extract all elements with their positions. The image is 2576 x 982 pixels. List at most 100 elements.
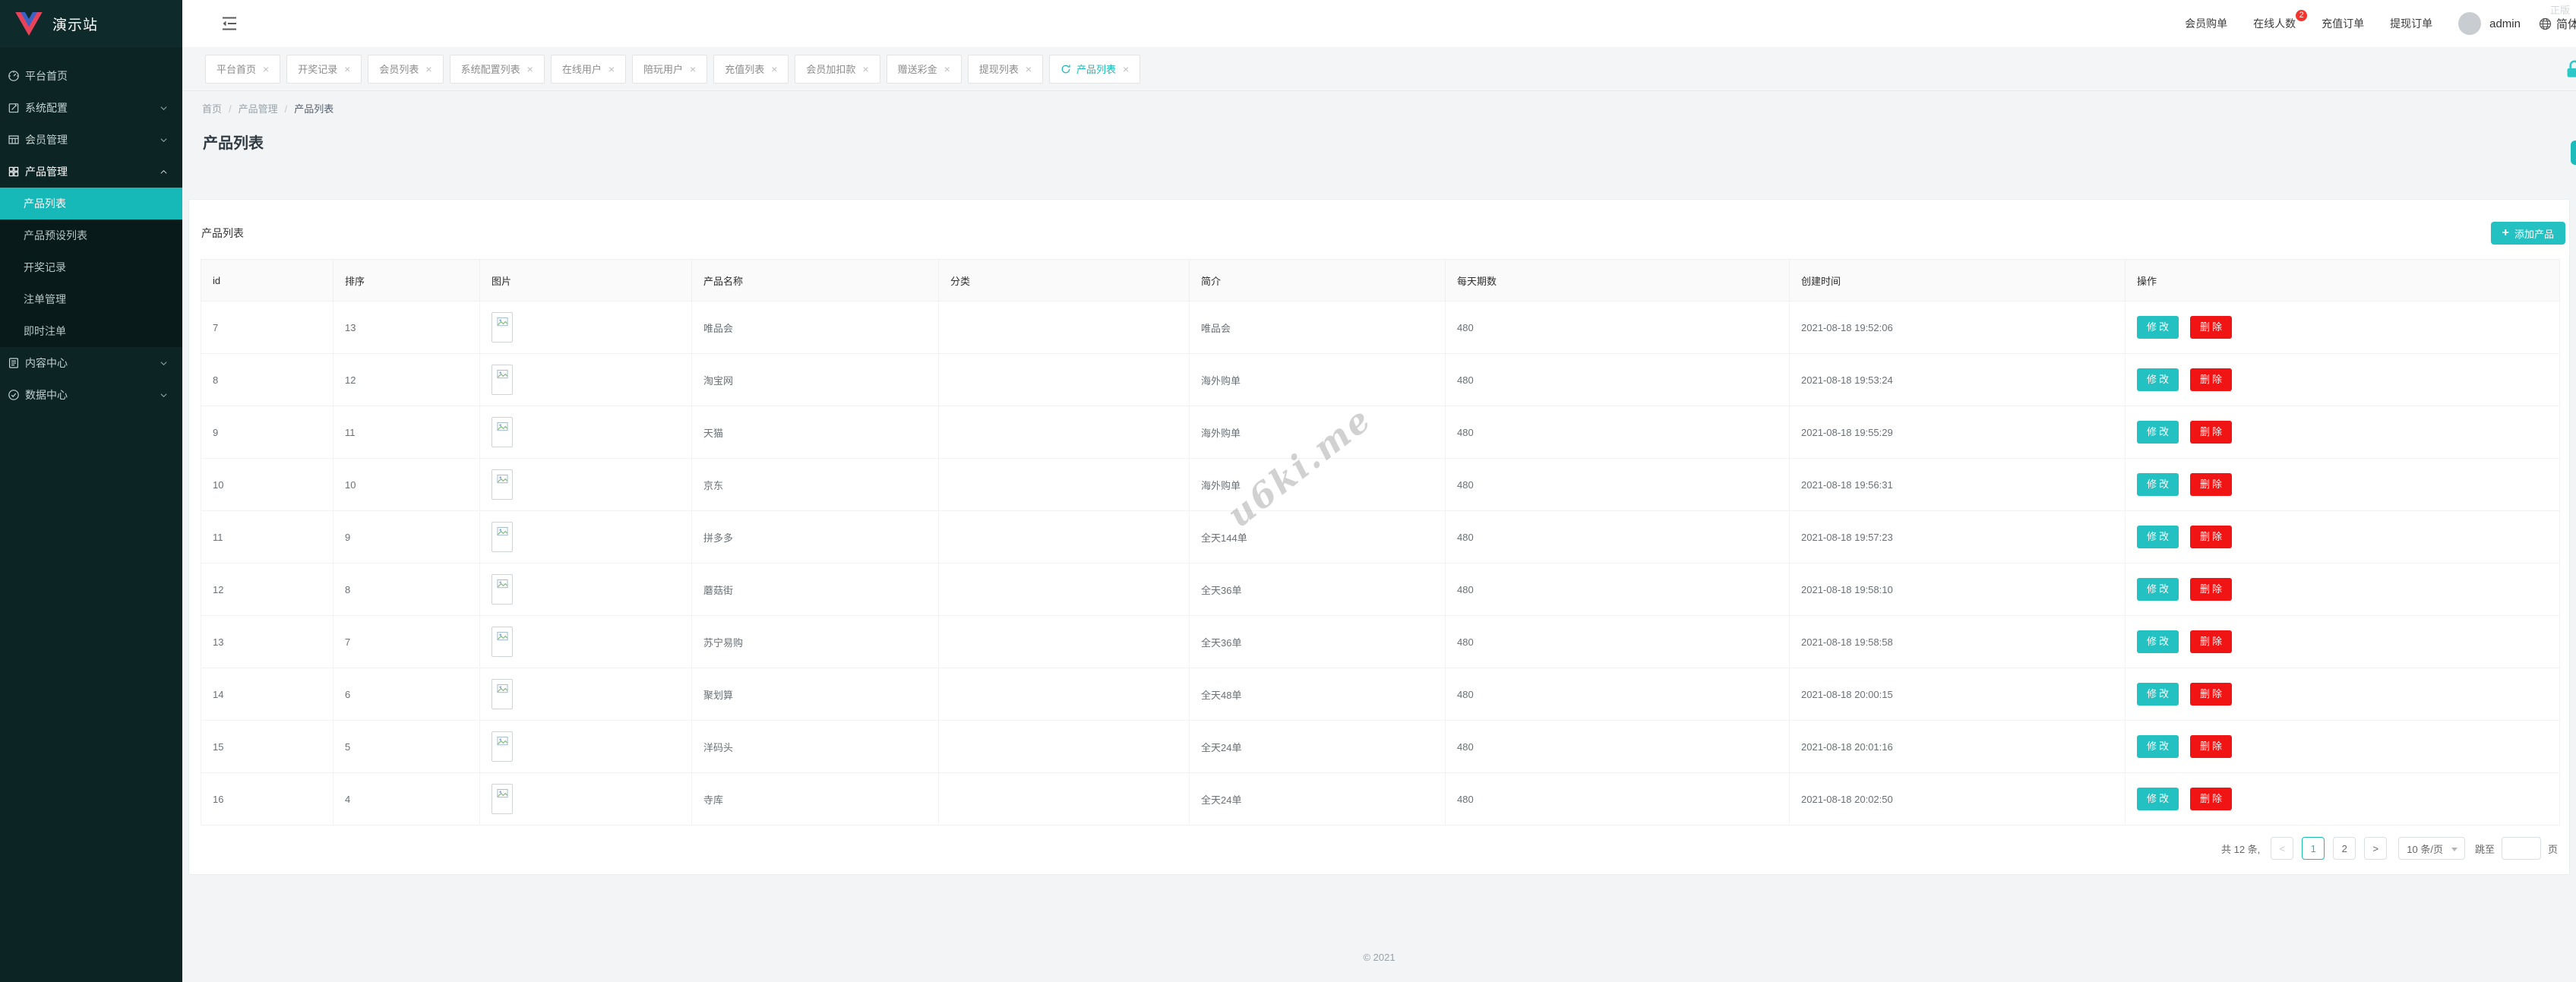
broken-image-icon: [491, 522, 513, 552]
breadcrumb-item[interactable]: 产品管理: [239, 103, 278, 115]
breadcrumb-item[interactable]: 首页: [202, 103, 222, 115]
close-icon[interactable]: ×: [944, 64, 950, 74]
per-page-select[interactable]: 10 条/页: [2398, 837, 2465, 860]
tab-陪玩用户[interactable]: 陪玩用户×: [632, 55, 707, 84]
product-list-card: 产品列表 + 添加产品 id排序图片产品名称分类简介每天期数创建时间操作 713…: [188, 199, 2570, 875]
cell-id: 9: [201, 406, 333, 459]
tab-平台首页[interactable]: 平台首页×: [205, 55, 280, 84]
edit-button[interactable]: 修改: [2137, 473, 2179, 496]
edit-button[interactable]: 修改: [2137, 788, 2179, 810]
sidebar-subitem-product-list[interactable]: 产品列表: [0, 188, 182, 219]
refresh-icon[interactable]: [1060, 64, 1071, 74]
cell-daily: 480: [1446, 564, 1790, 616]
cell-name: 淘宝网: [692, 354, 939, 406]
cell-actions: 修改删除: [2126, 511, 2560, 564]
edit-button[interactable]: 修改: [2137, 683, 2179, 706]
unlock-icon[interactable]: [2565, 59, 2576, 79]
delete-button[interactable]: 删除: [2190, 683, 2232, 706]
sidebar-item-data-center[interactable]: 数据中心: [0, 379, 182, 411]
close-icon[interactable]: ×: [771, 64, 777, 74]
plus-icon: +: [2502, 227, 2509, 239]
topbar-link-online-count[interactable]: 在线人数2: [2253, 16, 2296, 31]
jump-page-input[interactable]: [2502, 837, 2541, 860]
edit-button[interactable]: 修改: [2137, 316, 2179, 339]
table-row: 146聚划算全天48单4802021-08-18 20:00:15修改删除: [201, 668, 2560, 721]
delete-button[interactable]: 删除: [2190, 316, 2232, 339]
pagination-prev-button[interactable]: <: [2271, 837, 2293, 860]
close-icon[interactable]: ×: [1123, 64, 1129, 74]
tab-赠送彩金[interactable]: 赠送彩金 ×: [887, 55, 962, 84]
sidebar-item-member-management[interactable]: 会员管理: [0, 124, 182, 156]
edit-button[interactable]: 修改: [2137, 368, 2179, 391]
tab-label: 赠送彩金: [898, 62, 937, 76]
close-icon[interactable]: ×: [527, 64, 533, 74]
tab-提现列表[interactable]: 提现列表×: [968, 55, 1043, 84]
close-icon[interactable]: ×: [263, 64, 269, 74]
add-product-button[interactable]: + 添加产品: [2491, 222, 2565, 245]
sidebar-collapse-icon[interactable]: [220, 15, 239, 32]
delete-button[interactable]: 删除: [2190, 788, 2232, 810]
close-icon[interactable]: ×: [344, 64, 350, 74]
tab-label: 充值列表: [725, 62, 764, 76]
delete-button[interactable]: 删除: [2190, 630, 2232, 653]
tab-充值列表[interactable]: 充值列表 ×: [713, 55, 789, 84]
table-row: 1010京东海外购单4802021-08-18 19:56:31修改删除: [201, 459, 2560, 511]
sidebar-subitem-product-preset-list[interactable]: 产品预设列表: [0, 219, 182, 251]
tab-开奖记录[interactable]: 开奖记录×: [286, 55, 362, 84]
pagination-page-1[interactable]: 1: [2302, 837, 2325, 860]
username[interactable]: admin: [2489, 17, 2521, 30]
pagination-page-2[interactable]: 2: [2333, 837, 2356, 860]
delete-button[interactable]: 删除: [2190, 421, 2232, 444]
cell-sort: 13: [333, 302, 480, 354]
sidebar-item-platform-home[interactable]: 平台首页: [0, 60, 182, 92]
tab-会员列表[interactable]: 会员列表 ×: [368, 55, 443, 84]
tab-产品列表[interactable]: 产品列表×: [1049, 55, 1140, 84]
chevron-down-icon: [159, 135, 169, 145]
close-icon[interactable]: ×: [862, 64, 868, 74]
close-icon[interactable]: ×: [608, 64, 615, 74]
pagination: 共 12 条, < 12 > 10 条/页 跳至 页: [2221, 837, 2558, 860]
sidebar-subitem-bet-management[interactable]: 注单管理: [0, 283, 182, 315]
card-title: 产品列表: [201, 226, 244, 241]
cell-sort: 10: [333, 459, 480, 511]
delete-button[interactable]: 删除: [2190, 735, 2232, 758]
tab-在线用户[interactable]: 在线用户×: [551, 55, 626, 84]
tab-label: 会员列表: [379, 62, 419, 76]
tab-系统配置列表[interactable]: 系统配置列表×: [450, 55, 545, 84]
pagination-next-button[interactable]: >: [2364, 837, 2387, 860]
topbar-nav: 会员购单 在线人数2 充值订单 提现订单: [2185, 16, 2458, 31]
cell-intro: 全天24单: [1190, 721, 1446, 773]
tab-会员加扣款[interactable]: 会员加扣款×: [795, 55, 880, 84]
delete-button[interactable]: 删除: [2190, 578, 2232, 601]
avatar[interactable]: [2458, 12, 2481, 35]
delete-button[interactable]: 删除: [2190, 473, 2232, 496]
close-icon[interactable]: ×: [425, 64, 431, 74]
sidebar-item-content-center[interactable]: 内容中心: [0, 347, 182, 379]
edit-button[interactable]: 修改: [2137, 735, 2179, 758]
edit-button[interactable]: 修改: [2137, 526, 2179, 548]
close-icon[interactable]: ×: [1026, 64, 1032, 74]
edit-button[interactable]: 修改: [2137, 630, 2179, 653]
sidebar-subitem-lottery-records[interactable]: 开奖记录: [0, 251, 182, 283]
column-header: id: [201, 260, 333, 302]
app-logo[interactable]: 演示站: [0, 0, 182, 47]
sidebar-subitem-realtime-bets[interactable]: 即时注单: [0, 315, 182, 347]
delete-button[interactable]: 删除: [2190, 368, 2232, 391]
topbar-link-recharge-orders[interactable]: 充值订单: [2322, 16, 2364, 31]
cell-daily: 480: [1446, 302, 1790, 354]
side-panel-handle[interactable]: [2571, 141, 2576, 165]
edit-button[interactable]: 修改: [2137, 421, 2179, 444]
delete-button[interactable]: 删除: [2190, 526, 2232, 548]
language-switcher[interactable]: 简体中文: [2556, 16, 2576, 32]
cell-id: 14: [201, 668, 333, 721]
sidebar-submenu: 产品列表产品预设列表开奖记录注单管理即时注单: [0, 188, 182, 347]
topbar-link-withdraw-orders[interactable]: 提现订单: [2390, 16, 2432, 31]
topbar-link-member-orders[interactable]: 会员购单: [2185, 16, 2227, 31]
edit-button[interactable]: 修改: [2137, 578, 2179, 601]
sidebar-item-system-config[interactable]: 系统配置: [0, 92, 182, 124]
table-header-row: id排序图片产品名称分类简介每天期数创建时间操作: [201, 260, 2560, 302]
sidebar-item-product-management[interactable]: 产品管理: [0, 156, 182, 188]
close-icon[interactable]: ×: [690, 64, 696, 74]
cell-created: 2021-08-18 19:57:23: [1790, 511, 2126, 564]
cell-intro: 全天24单: [1190, 773, 1446, 826]
